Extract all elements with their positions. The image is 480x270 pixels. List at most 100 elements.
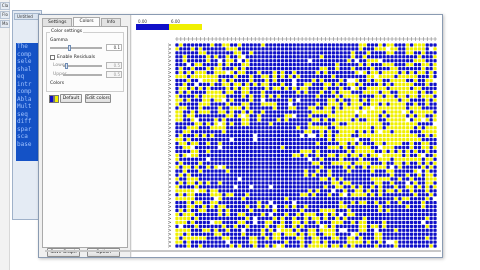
- heatmap-cell: [198, 110, 203, 114]
- heatmap-cell: [241, 106, 246, 110]
- heatmap-cell: [398, 126, 402, 130]
- heatmap-cell: [343, 165, 347, 169]
- heatmap-cell: [183, 240, 187, 244]
- heatmap-cell: [292, 169, 296, 173]
- heatmap-cell: [425, 82, 429, 87]
- heatmap-cell: [374, 102, 378, 106]
- palette-high-swatch[interactable]: [54, 95, 59, 103]
- heatmap-cell: [413, 126, 418, 130]
- heatmap-cell: [323, 86, 328, 90]
- heatmap-cell: [218, 244, 222, 248]
- heatmap-cell: [296, 122, 300, 126]
- heatmap-cell: [245, 63, 249, 67]
- enable-residuals-checkbox[interactable]: [50, 55, 55, 60]
- heatmap-cell: [230, 86, 234, 90]
- heatmap-cell: [417, 189, 422, 193]
- heatmap-cell: [226, 165, 230, 169]
- heatmap-cell: [190, 122, 195, 126]
- heatmap-cell: [359, 173, 363, 177]
- heatmap-cell: [265, 110, 269, 114]
- heatmap-cell: [398, 232, 402, 236]
- heatmap-cell: [261, 244, 265, 248]
- heatmap-cell: [413, 177, 418, 181]
- lower-value-field[interactable]: 0.5: [106, 62, 122, 69]
- heatmap-cell: [226, 78, 230, 83]
- heatmap-cell: [265, 86, 269, 90]
- upper-value-field[interactable]: 0.5: [106, 71, 122, 78]
- heatmap-cell: [370, 244, 375, 248]
- heatmap-cell: [253, 189, 257, 193]
- background-window-tab[interactable]: Untitled: [14, 13, 40, 20]
- heatmap-cell: [351, 208, 355, 213]
- heatmap-cell: [218, 47, 222, 51]
- heatmap-cell: [198, 134, 203, 138]
- upper-slider-track[interactable]: [63, 74, 102, 76]
- heatmap-cell: [280, 228, 285, 232]
- heatmap-cell: [300, 185, 304, 189]
- heatmap-cell: [382, 149, 386, 154]
- heatmap-chart[interactable]: [132, 15, 442, 250]
- palette-dropdown[interactable]: Default: [60, 94, 82, 103]
- heatmap-cell: [409, 98, 414, 102]
- heatmap-cell: [429, 204, 433, 209]
- heatmap-cell: [292, 74, 296, 79]
- gamma-value-field[interactable]: 0.1: [106, 44, 122, 51]
- heatmap-cell: [359, 181, 363, 185]
- heatmap-cell: [194, 165, 199, 169]
- heatmap-cell: [245, 110, 249, 114]
- heatmap-cell: [316, 173, 320, 177]
- heatmap-cell: [273, 165, 277, 169]
- heatmap-cell: [347, 110, 351, 114]
- heatmap-cell: [335, 216, 339, 221]
- heatmap-cell: [206, 240, 210, 244]
- heatmap-cell: [363, 169, 367, 173]
- heatmap-cell: [304, 173, 308, 177]
- heatmap-cell: [280, 47, 285, 51]
- gamma-slider-track[interactable]: [50, 47, 102, 49]
- heatmap-cell: [187, 204, 191, 209]
- heatmap-cell: [429, 173, 433, 177]
- heatmap-cell: [175, 165, 179, 169]
- lower-slider-thumb[interactable]: [65, 63, 68, 69]
- heatmap-cell: [202, 55, 206, 59]
- tab-info[interactable]: Info: [100, 18, 122, 26]
- heatmap-cell: [359, 122, 363, 126]
- tab-colors[interactable]: Colors: [73, 17, 100, 26]
- heatmap-cell: [308, 130, 312, 134]
- side-tab-3[interactable]: Ma: [0, 20, 10, 28]
- heatmap-cell: [284, 224, 289, 228]
- side-tab-1[interactable]: Cla: [0, 2, 10, 10]
- heatmap-cell: [316, 177, 320, 181]
- gamma-slider-thumb[interactable]: [68, 45, 71, 51]
- heatmap-cell: [327, 70, 332, 75]
- heatmap-cell: [417, 63, 422, 67]
- heatmap-cell: [355, 102, 359, 106]
- heatmap-cell: [257, 228, 261, 232]
- heatmap-cell: [222, 145, 226, 150]
- heatmap-cell: [292, 232, 296, 236]
- heatmap-cell: [323, 102, 328, 106]
- colorbar-low-segment: [136, 24, 169, 30]
- heatmap-cell: [257, 181, 261, 185]
- heatmap-cell: [300, 137, 304, 142]
- heatmap-cell: [382, 134, 386, 138]
- heatmap-cell: [210, 201, 214, 205]
- edit-colors-button[interactable]: Edit colors: [85, 94, 111, 103]
- heatmap-cell: [327, 212, 332, 217]
- heatmap-cell: [398, 212, 402, 217]
- heatmap-cell: [347, 51, 351, 55]
- heatmap-cell: [175, 185, 179, 189]
- heatmap-cell: [421, 181, 425, 185]
- tab-settings[interactable]: Settings: [42, 18, 73, 26]
- lower-slider-track[interactable]: [63, 65, 102, 67]
- heatmap-cell: [312, 67, 316, 71]
- heatmap-cell: [257, 74, 261, 79]
- heatmap-cell: [323, 193, 328, 197]
- heatmap-cell: [183, 122, 187, 126]
- heatmap-cell: [366, 114, 371, 118]
- heatmap-cell: [402, 212, 406, 217]
- side-tab-2[interactable]: Flo: [0, 11, 10, 19]
- heatmap-cell: [265, 240, 269, 244]
- heatmap-cell: [413, 63, 418, 67]
- heatmap-cell: [312, 161, 316, 165]
